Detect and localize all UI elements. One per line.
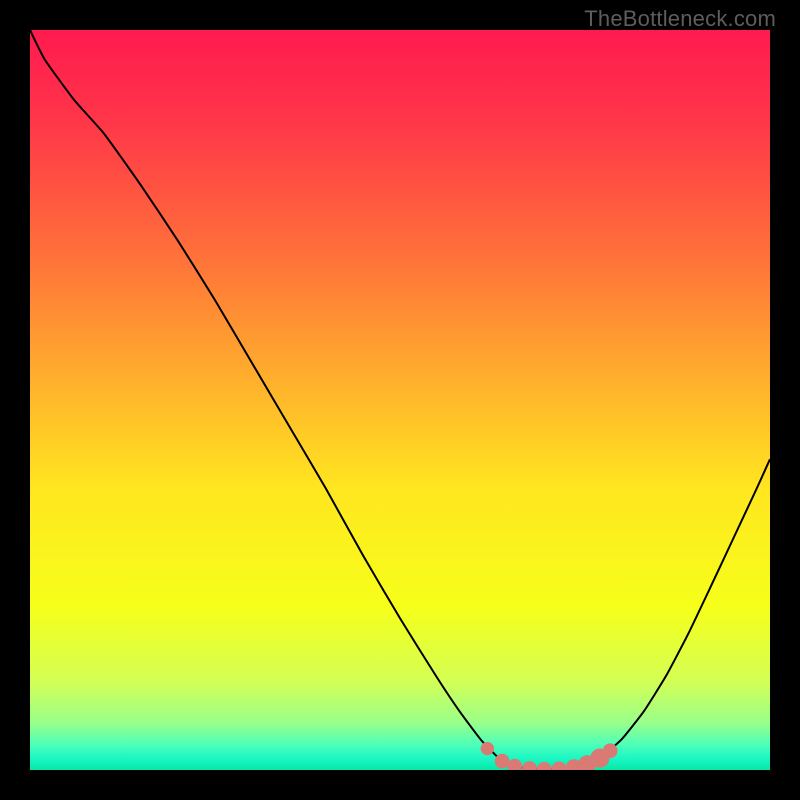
watermark-text: TheBottleneck.com [584, 6, 776, 32]
curve-marker [603, 743, 618, 758]
bottleneck-chart [30, 30, 770, 770]
curve-marker [495, 754, 510, 769]
chart-stage: TheBottleneck.com [0, 0, 800, 800]
gradient-background [30, 30, 770, 770]
curve-marker [481, 742, 494, 755]
